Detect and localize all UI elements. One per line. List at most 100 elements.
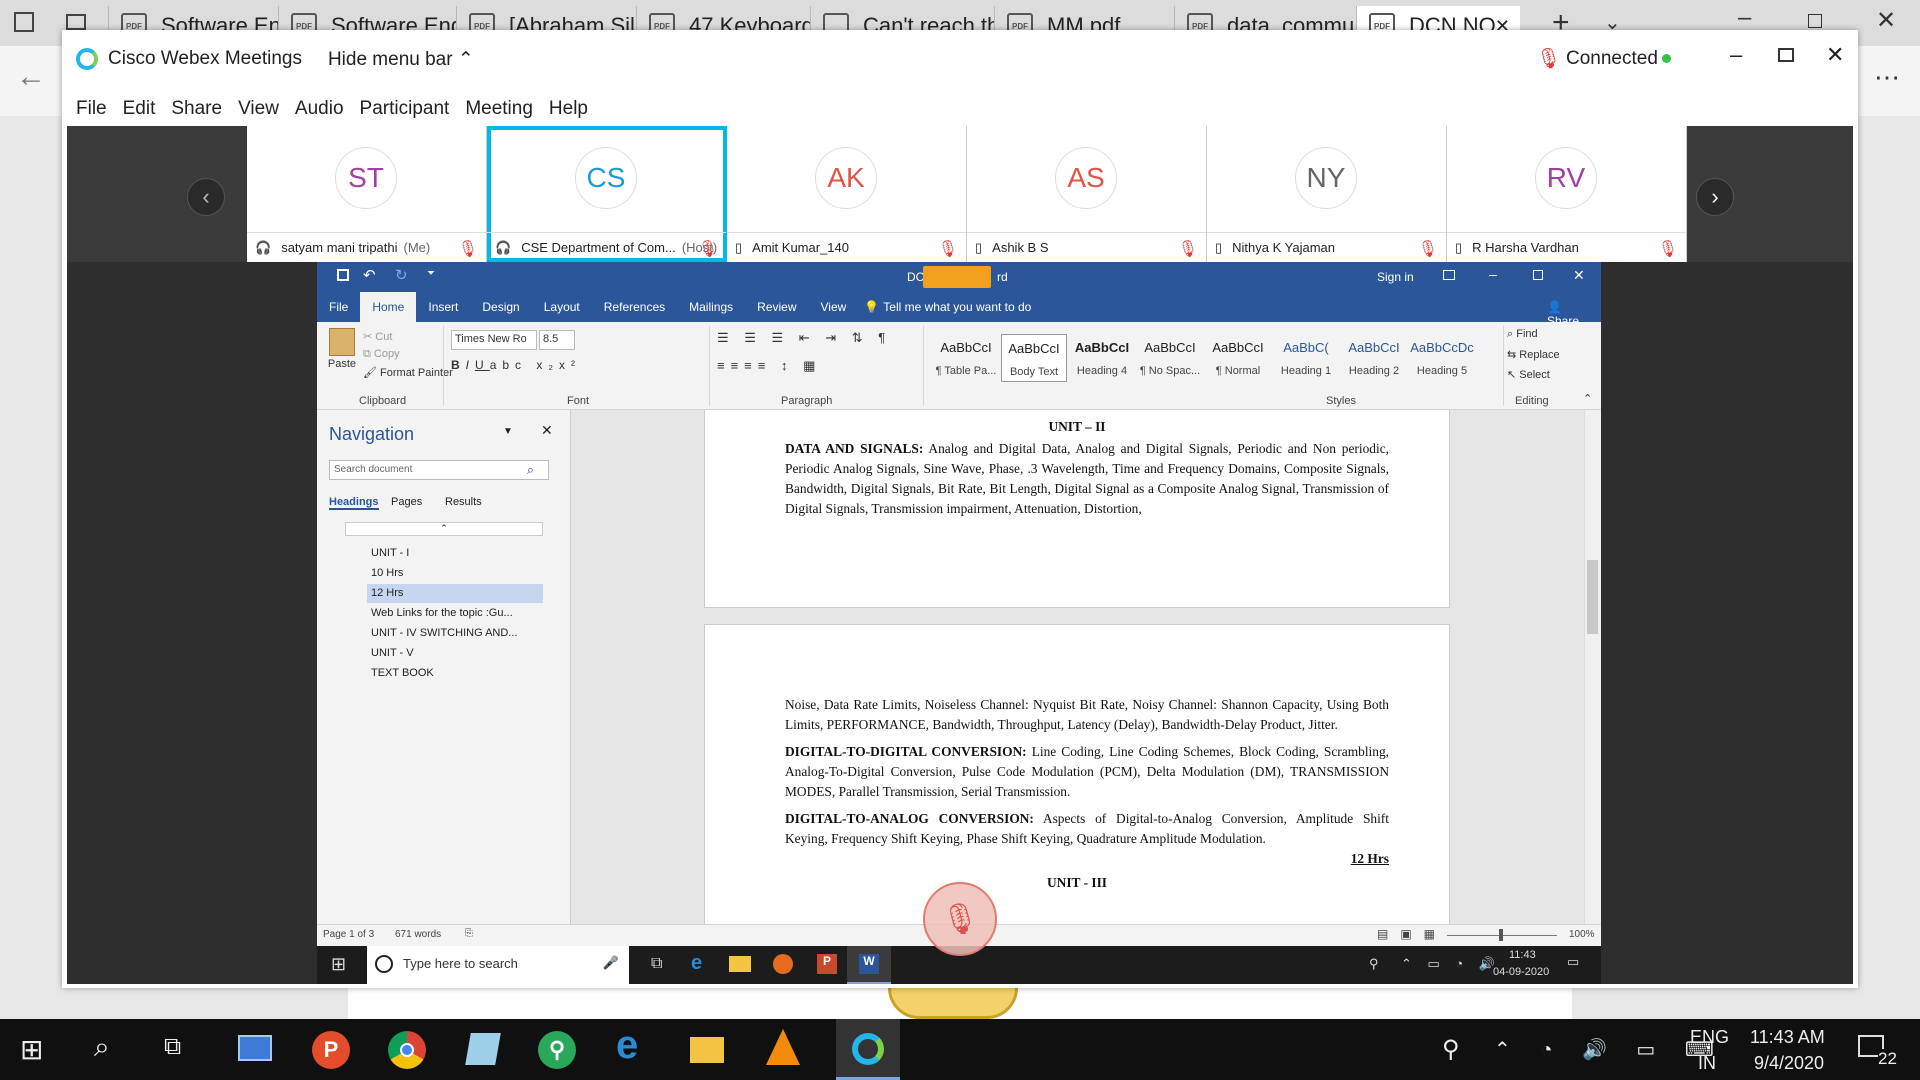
vlc-icon[interactable] [766,1029,800,1065]
tab-file[interactable]: File [317,300,360,314]
participant-tile-st[interactable]: ST 🎧 satyam mani tripathi (Me) 🎙 [247,126,487,262]
word-icon[interactable]: W [847,946,891,984]
clock-time[interactable]: 11:43 AM [1750,1027,1825,1048]
minimize-icon[interactable]: – [1489,266,1497,282]
copy-button[interactable]: ⧉ Copy [363,348,400,361]
nav-tab-results[interactable]: Results [445,496,482,508]
view-buttons[interactable]: ▤▣▦ [1377,927,1447,941]
photoscape-icon[interactable]: P [312,1031,350,1069]
nav-heading-item[interactable]: 12 Hrs [367,584,543,603]
scroll-up-bar[interactable]: ⌃ [345,522,543,536]
tab-insert[interactable]: Insert [416,300,470,314]
participant-tile-ak[interactable]: AK ▯ Amit Kumar_140 🎙 [727,126,967,262]
nav-tab-pages[interactable]: Pages [391,496,422,508]
inner-clock-date[interactable]: 04-09-2020 [1493,966,1549,978]
nav-tab-headings[interactable]: Headings [329,496,379,510]
menu-edit[interactable]: Edit [123,98,156,120]
nav-heading-item[interactable]: UNIT - V [367,644,543,663]
close-icon[interactable]: ✕ [541,422,553,439]
remote-desktop-icon[interactable] [238,1035,272,1061]
edge-icon[interactable]: e [691,952,702,975]
windows-start-icon[interactable]: ⊞ [20,1033,43,1066]
style-7[interactable]: AaBbCcI Heading 2 [1341,334,1407,382]
style-3[interactable]: AaBbCcI Heading 4 [1069,334,1135,382]
webex-share-controls[interactable] [923,266,991,288]
chevron-right-icon[interactable]: › [1696,178,1734,216]
chrome-icon[interactable] [388,1031,426,1069]
sign-in-link[interactable]: Sign in [1377,270,1414,284]
hide-menu-bar-button[interactable]: Hide menu bar ⌃ [328,48,474,71]
tab-home[interactable]: Home [360,292,417,322]
tab-layout[interactable]: Layout [532,300,592,314]
save-icon[interactable] [337,269,349,281]
menu-file[interactable]: File [76,98,107,120]
redo-icon[interactable]: ↻ [395,266,408,284]
nav-options-icon[interactable]: ▼ [503,426,513,437]
menu-meeting[interactable]: Meeting [465,98,533,120]
search-document-input[interactable]: Search document ⌕ [329,460,549,480]
restore-icon[interactable] [1808,14,1822,28]
menu-share[interactable]: Share [171,98,222,120]
language-in[interactable]: IN [1698,1053,1716,1074]
participant-tile-as[interactable]: AS ▯ Ashik B S 🎙 [967,126,1207,262]
tab-actions-icon[interactable] [66,14,86,30]
page-count[interactable]: Page 1 of 3 [323,929,374,940]
firefox-icon[interactable] [773,954,793,974]
tab-mailings[interactable]: Mailings [677,300,745,314]
map-pin-app-icon[interactable]: ⚲ [538,1031,576,1069]
undo-icon[interactable]: ↶ [363,266,376,284]
more-icon[interactable]: ⋯ [1874,62,1900,93]
tab-references[interactable]: References [592,300,677,314]
webex-taskbar-icon[interactable] [836,1019,900,1080]
font-format-buttons[interactable]: BIUabc x₂x² [451,358,581,372]
notification-icon[interactable]: ▭ [1567,954,1579,970]
system-tray-icons[interactable]: ⌃ ▭ ◔ 🔊 [1401,956,1501,972]
inner-clock-time[interactable]: 11:43 [1509,949,1536,961]
minimize-icon[interactable]: – [1730,42,1742,68]
menu-participant[interactable]: Participant [360,98,450,120]
floating-mute-button[interactable]: 🎙 [923,882,997,956]
nav-heading-item[interactable]: UNIT - I [367,544,543,563]
close-icon[interactable]: ✕ [1826,42,1844,68]
people-icon[interactable]: ⚲ [1369,956,1379,972]
select-button[interactable]: ↖ Select [1507,368,1550,381]
search-icon[interactable]: ⌕ [94,1031,110,1064]
style-5[interactable]: AaBbCcI ¶ Normal [1205,334,1271,382]
collapse-ribbon-icon[interactable]: ⌃ [1583,392,1592,405]
nav-heading-item[interactable]: 10 Hrs [367,564,543,583]
nav-heading-item[interactable]: Web Links for the topic :Gu... [367,604,543,623]
close-icon[interactable]: ✕ [1573,267,1585,284]
format-painter-button[interactable]: 🖌 Format Painter [363,366,453,379]
find-button[interactable]: ⌕ Find [1507,328,1538,341]
notepad-icon[interactable] [465,1033,501,1065]
participant-tile-rv[interactable]: RV ▯ R Harsha Vardhan 🎙 [1447,126,1687,262]
taskbar-search-box[interactable]: Type here to search 🎤 [367,946,629,984]
font-name-select[interactable]: Times New Ro [451,330,537,350]
tab-view[interactable]: View [809,300,859,314]
powerpoint-icon[interactable]: P [817,954,837,974]
zoom-level[interactable]: 100% [1569,929,1595,940]
back-arrow-icon[interactable]: ← [16,60,46,94]
style-2[interactable]: AaBbCcI Body Text [1001,334,1067,382]
menu-help[interactable]: Help [549,98,588,120]
file-explorer-icon[interactable] [729,956,751,972]
nav-heading-item[interactable]: UNIT - IV SWITCHING AND... [367,624,543,643]
vertical-scrollbar[interactable] [1584,410,1601,924]
minimize-icon[interactable]: – [1738,4,1751,32]
menu-audio[interactable]: Audio [295,98,344,120]
maximize-icon[interactable] [1778,48,1794,62]
file-explorer-icon[interactable] [690,1037,724,1063]
tab-review[interactable]: Review [745,300,808,314]
customize-qat-icon[interactable]: ⏷ [427,268,435,279]
scroll-thumb[interactable] [1587,560,1598,634]
restore-icon[interactable] [1533,270,1543,280]
nav-heading-item[interactable]: TEXT BOOK [367,664,543,683]
style-8[interactable]: AaBbCcDc Heading 5 [1409,334,1475,382]
paragraph-buttons[interactable]: ☰ ☰ ☰ ⇤ ⇥ ⇅ ¶ [717,330,891,346]
edge-icon[interactable]: e [616,1023,638,1068]
task-view-icon[interactable]: ⧉ [651,955,662,973]
cut-button[interactable]: ✂ Cut [363,330,392,343]
clock-date[interactable]: 9/4/2020 [1754,1053,1824,1074]
zoom-thumb[interactable] [1499,929,1503,941]
close-icon[interactable]: ✕ [1876,6,1896,35]
